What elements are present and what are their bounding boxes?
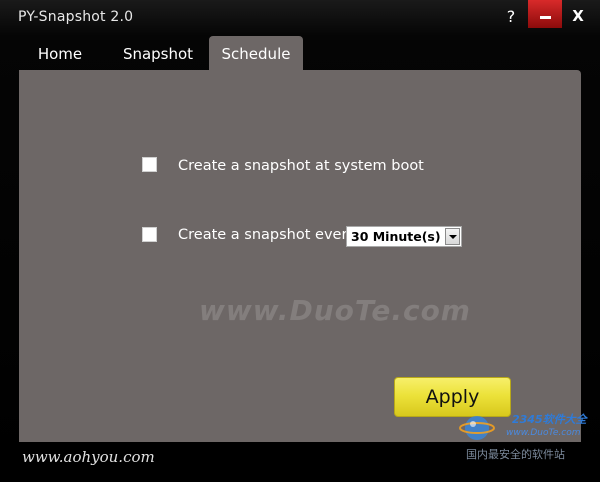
watermark-site-text: 国内最安全的软件站 [466,448,565,461]
window-title: PY-Snapshot 2.0 [18,9,134,25]
interval-select[interactable]: 30 Minute(s) [346,226,462,247]
help-button[interactable]: ? [495,4,527,28]
globe-logo-icon [459,416,495,440]
interval-snapshot-checkbox[interactable] [142,227,157,242]
footer-url-link[interactable]: www.aohyou.com [22,448,155,466]
watermark-center: www.DuoTe.com [199,294,471,327]
boot-snapshot-checkbox[interactable] [142,157,157,172]
watermark-logo-sub: www.DuoTe.com [506,428,581,438]
tab-schedule[interactable]: Schedule [209,36,303,70]
interval-select-value: 30 Minute(s) [351,229,441,244]
interval-snapshot-label: Create a snapshot every [178,227,356,243]
chevron-down-icon[interactable] [445,228,460,245]
close-button[interactable]: X [562,4,594,28]
watermark-logo-text: 2345软件大全 [512,413,587,426]
minimize-icon [539,15,551,19]
boot-snapshot-label: Create a snapshot at system boot [178,158,424,174]
minimize-button[interactable] [528,0,562,28]
schedule-panel: Create a snapshot at system boot Create … [19,70,581,442]
tab-snapshot[interactable]: Snapshot [116,36,200,70]
tab-home[interactable]: Home [20,36,100,70]
app-window: PY-Snapshot 2.0 ? X Home Snapshot Schedu… [0,0,600,482]
